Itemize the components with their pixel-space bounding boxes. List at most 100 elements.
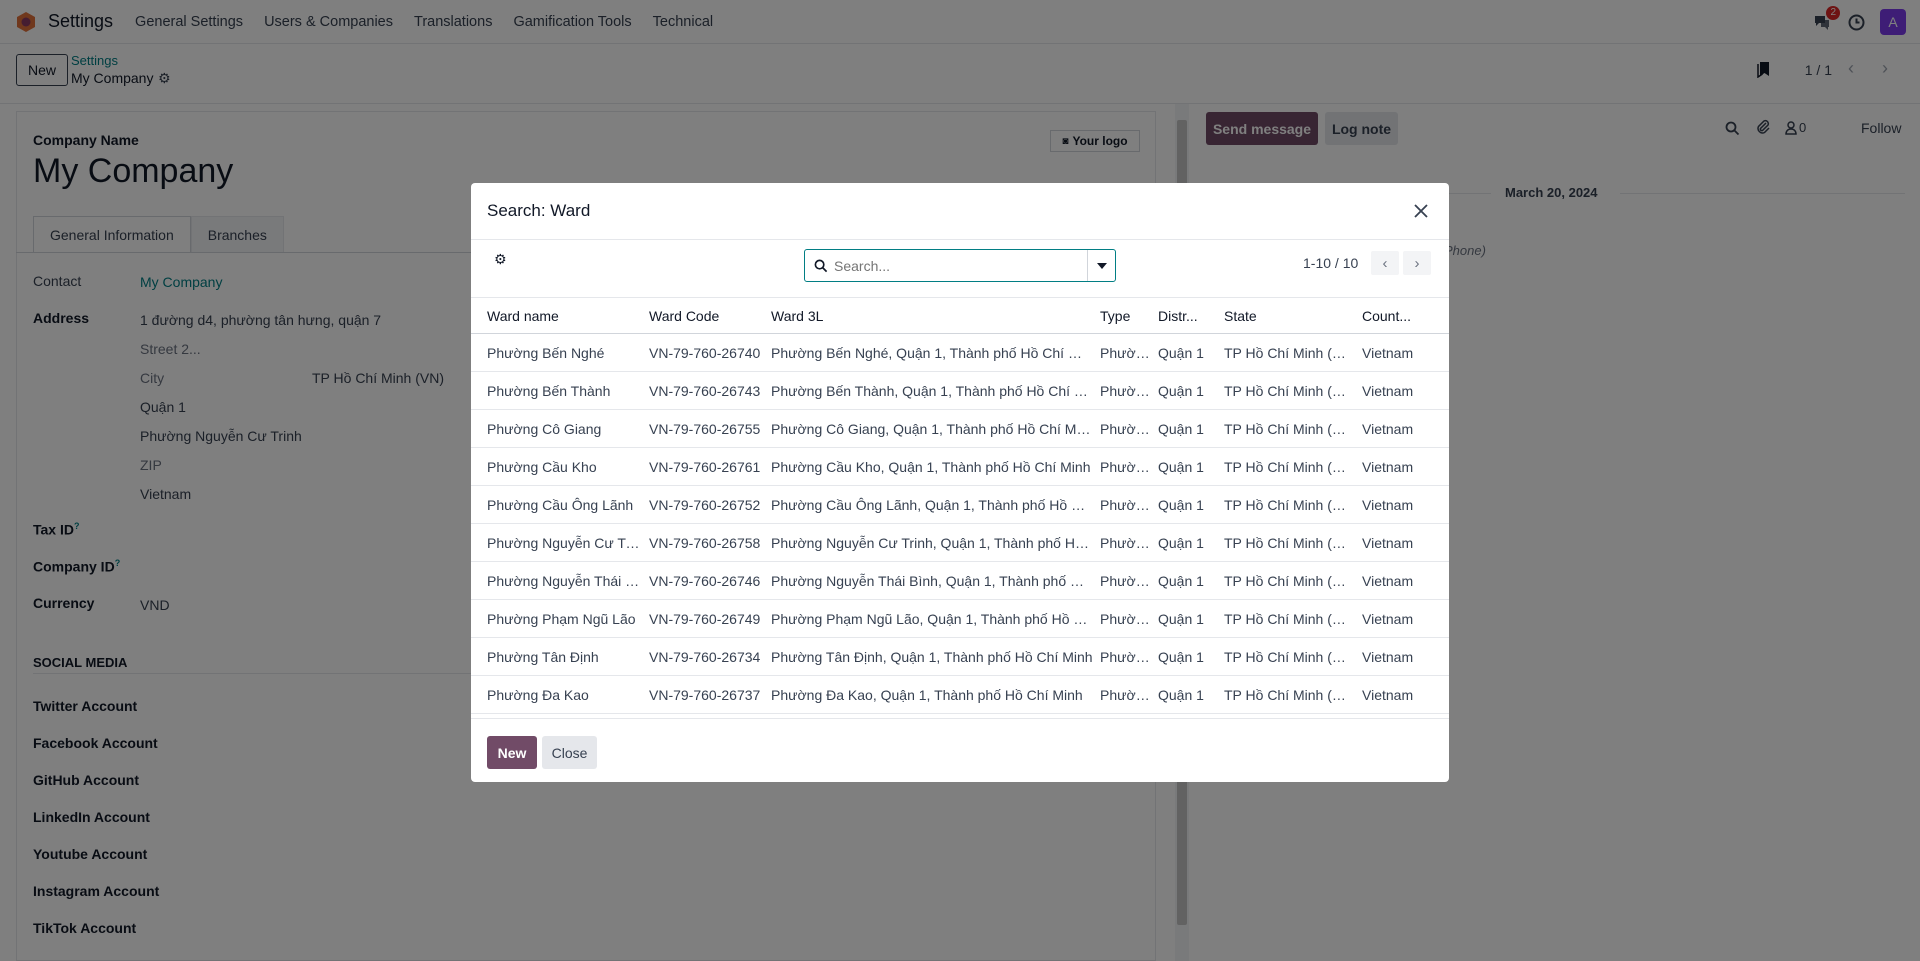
table-cell: Phường [1093,333,1151,372]
table-cell: VN-79-760-26734 [642,637,764,676]
table-cell: Phường [1093,523,1151,562]
new-ward-button[interactable]: New [487,736,537,769]
table-row[interactable]: Phường Bến Thành VN-79-760-26743 Phường Bế… [471,371,1449,410]
table-cell: VN-79-760-26746 [642,561,764,600]
col-country[interactable]: Count... [1355,297,1449,334]
table-cell: Phường [1093,409,1151,448]
col-ward-3l[interactable]: Ward 3L [764,297,1093,334]
table-cell: VN-79-760-26749 [642,599,764,638]
table-cell: TP Hồ Chí Minh (VN) [1217,561,1355,600]
table-cell: VN-79-760-26755 [642,409,764,448]
close-icon[interactable] [1409,199,1433,223]
table-cell: VN-79-760-26752 [642,485,764,524]
table-row[interactable]: Phường Cầu Kho VN-79-760-26761 Phường Cầu … [471,447,1449,486]
table-cell: Vietnam [1355,561,1449,600]
col-ward-code[interactable]: Ward Code [642,297,764,334]
table-cell: Quận 1 [1151,371,1217,410]
table-row[interactable]: Phường Phạm Ngũ Lão VN-79-760-26749 Phường… [471,599,1449,638]
table-cell: Phường Bến Nghé, Quận 1, Thành phố Hồ Ch… [764,333,1093,372]
table-row[interactable]: Phường Cầu Ông Lãnh VN-79-760-26752 Phường… [471,485,1449,524]
table-cell: Vietnam [1355,675,1449,714]
dialog-footer: New Close [471,718,1449,782]
gear-icon[interactable]: ⚙ [494,251,507,268]
table-cell: Phường Đa Kao, Quận 1, Thành phố Hồ Chí … [764,675,1093,714]
table-cell: Phường Nguyễn Cư Trinh [471,523,642,562]
table-cell: Phường Phạm Ngũ Lão [471,599,642,638]
table-row[interactable]: Phường Đa Kao VN-79-760-26737 Phường Đa Ka… [471,675,1449,714]
table-cell: Phường Phạm Ngũ Lão, Quận 1, Thành phố H… [764,599,1093,638]
table-cell: Quận 1 [1151,599,1217,638]
table-cell: Phường Nguyễn Thái Bình [471,561,642,600]
table-cell: TP Hồ Chí Minh (VN) [1217,371,1355,410]
table-cell: VN-79-760-26761 [642,447,764,486]
table-cell: Vietnam [1355,371,1449,410]
table-cell: VN-79-760-26740 [642,333,764,372]
table-cell: TP Hồ Chí Minh (VN) [1217,637,1355,676]
col-district[interactable]: Distr... [1151,297,1217,334]
table-cell: Vietnam [1355,485,1449,524]
table-cell: Quận 1 [1151,561,1217,600]
dialog-header: Search: Ward [471,183,1449,240]
table-cell: Phường [1093,485,1151,524]
table-cell: Phường Cô Giang, Quận 1, Thành phố Hồ Ch… [764,409,1093,448]
table-cell: Phường Nguyễn Thái Bình, Quận 1, Thành p… [764,561,1093,600]
search-ward-dialog: Search: Ward ⚙ 1-10 / 10 ‹ › Ward name W… [471,183,1449,782]
table-cell: Phường [1093,561,1151,600]
col-type[interactable]: Type [1093,297,1151,334]
table-cell: Phường [1093,675,1151,714]
table-cell: TP Hồ Chí Minh (VN) [1217,523,1355,562]
table-cell: Phường Cô Giang [471,409,642,448]
table-cell: Phường Cầu Ông Lãnh [471,485,642,524]
table-cell: Phường Cầu Ông Lãnh, Quận 1, Thành phố H… [764,485,1093,524]
table-cell: TP Hồ Chí Minh (VN) [1217,485,1355,524]
table-cell: Phường [1093,599,1151,638]
table-cell: Vietnam [1355,523,1449,562]
col-state[interactable]: State [1217,297,1355,334]
table-cell: Phường Tân Định, Quận 1, Thành phố Hồ Ch… [764,637,1093,676]
dialog-pager[interactable]: 1-10 / 10 [1303,255,1358,271]
col-ward-name[interactable]: Ward name [471,297,642,334]
table-cell: TP Hồ Chí Minh (VN) [1217,675,1355,714]
table-row[interactable]: Phường Tân Định VN-79-760-26734 Phường Tân… [471,637,1449,676]
table-cell: Vietnam [1355,409,1449,448]
search-bar [804,249,1116,282]
table-cell: TP Hồ Chí Minh (VN) [1217,333,1355,372]
caret-down-icon[interactable] [1087,250,1115,281]
table-cell: Quận 1 [1151,637,1217,676]
table-row[interactable]: Phường Cô Giang VN-79-760-26755 Phường Cô … [471,409,1449,448]
table-cell: TP Hồ Chí Minh (VN) [1217,409,1355,448]
table-cell: Phường Đa Kao [471,675,642,714]
table-cell: Phường Tân Định [471,637,642,676]
table-cell: VN-79-760-26737 [642,675,764,714]
table-cell: Quận 1 [1151,523,1217,562]
table-row[interactable]: Phường Nguyễn Thái Bình VN-79-760-26746 Ph… [471,561,1449,600]
table-cell: VN-79-760-26758 [642,523,764,562]
close-button[interactable]: Close [542,736,597,769]
table-cell: Phường Bến Thành, Quận 1, Thành phố Hồ C… [764,371,1093,410]
table-cell: VN-79-760-26743 [642,371,764,410]
table-header-row: Ward name Ward Code Ward 3L Type Distr..… [471,297,1449,334]
table-cell: Quận 1 [1151,409,1217,448]
table-row[interactable]: Phường Nguyễn Cư Trinh VN-79-760-26758 Phư… [471,523,1449,562]
table-cell: Phường Nguyễn Cư Trinh, Quận 1, Thành ph… [764,523,1093,562]
table-cell: TP Hồ Chí Minh (VN) [1217,599,1355,638]
table-cell: Vietnam [1355,333,1449,372]
table-cell: Vietnam [1355,599,1449,638]
table-row[interactable]: Phường Bến Nghé VN-79-760-26740 Phường Bến… [471,333,1449,372]
table-cell: Vietnam [1355,447,1449,486]
search-icon [814,259,828,272]
chevron-right-icon[interactable]: › [1403,251,1431,275]
chevron-left-icon[interactable]: ‹ [1371,251,1399,275]
table-cell: Phường [1093,371,1151,410]
dialog-title: Search: Ward [487,201,591,220]
search-input[interactable] [828,250,1087,281]
table-cell: Quận 1 [1151,333,1217,372]
table-cell: Phường Cầu Kho, Quận 1, Thành phố Hồ Chí… [764,447,1093,486]
table-cell: Phường [1093,447,1151,486]
table-cell: TP Hồ Chí Minh (VN) [1217,447,1355,486]
table-cell: Phường [1093,637,1151,676]
ward-table: Ward name Ward Code Ward 3L Type Distr..… [471,297,1449,714]
table-cell: Phường Bến Thành [471,371,642,410]
table-cell: Quận 1 [1151,675,1217,714]
table-cell: Quận 1 [1151,485,1217,524]
